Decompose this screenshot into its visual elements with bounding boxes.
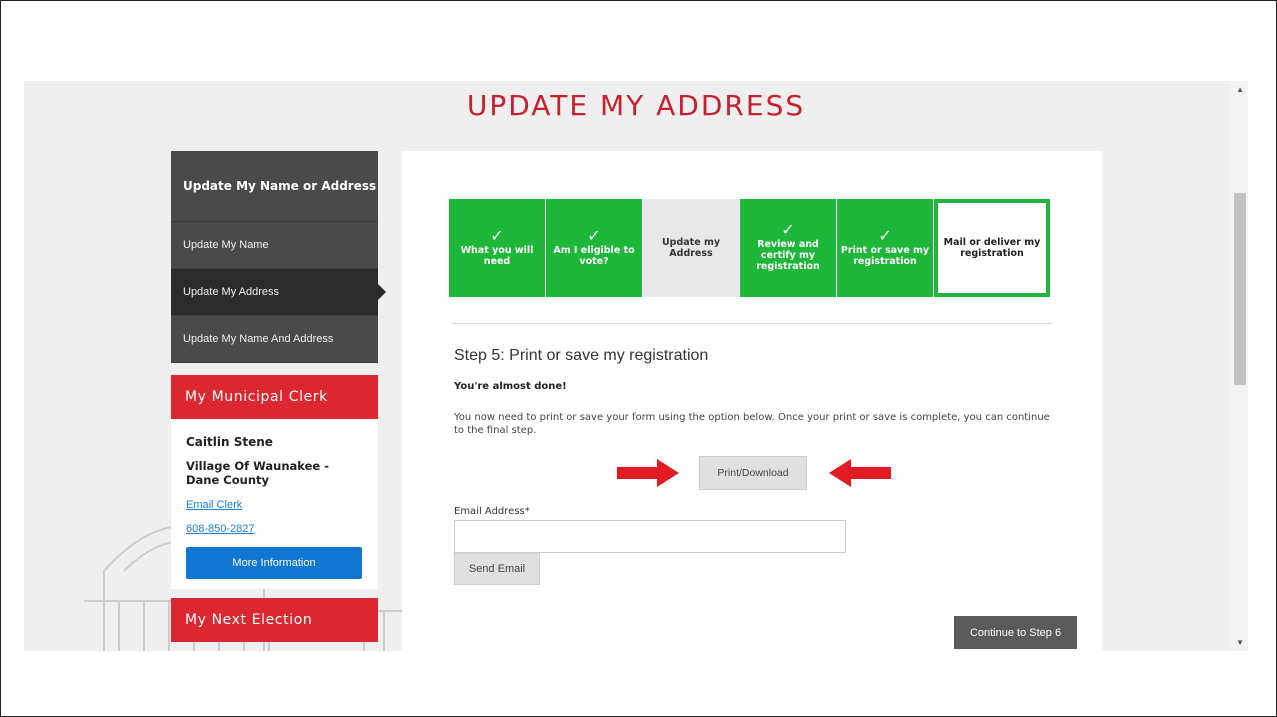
browser-viewport: UPDATE MY ADDRESS Update My Name or Addr… bbox=[24, 81, 1248, 651]
scroll-up-arrow-icon[interactable]: ▲ bbox=[1236, 85, 1244, 94]
check-icon: ✓ bbox=[781, 220, 795, 239]
step-label: Update my Address bbox=[661, 237, 721, 259]
step-update-my-address[interactable]: Update my Address bbox=[643, 199, 739, 297]
clerk-municipality: Village Of Waunakee - Dane County bbox=[186, 459, 329, 487]
progress-steps: ✓ What you will need ✓ Am I eligible to … bbox=[449, 199, 1051, 297]
more-information-button[interactable]: More Information bbox=[186, 547, 362, 579]
check-icon: ✓ bbox=[878, 225, 892, 245]
main-content: ✓ What you will need ✓ Am I eligible to … bbox=[402, 151, 1102, 651]
step-mail-or-deliver[interactable]: Mail or deliver my registration bbox=[934, 199, 1050, 297]
slide-frame: UPDATE MY ADDRESS Update My Name or Addr… bbox=[0, 0, 1277, 717]
step-label: Am I eligible to vote? bbox=[553, 244, 635, 267]
step-am-i-eligible[interactable]: ✓ Am I eligible to vote? bbox=[546, 199, 642, 297]
email-address-input[interactable] bbox=[454, 520, 846, 553]
email-address-label: Email Address* bbox=[454, 506, 530, 517]
sidebar-heading: Update My Name or Address bbox=[171, 151, 378, 222]
next-election-heading[interactable]: My Next Election bbox=[171, 598, 378, 642]
scrollbar-thumb[interactable] bbox=[1234, 193, 1246, 385]
almost-done-text: You're almost done! bbox=[454, 381, 567, 392]
sidebar-item-update-my-name-and-address[interactable]: Update My Name And Address bbox=[171, 316, 378, 363]
clerk-heading: My Municipal Clerk bbox=[171, 375, 378, 419]
vertical-scrollbar[interactable]: ▲ ▼ bbox=[1230, 81, 1248, 651]
step-label: Mail or deliver my registration bbox=[943, 237, 1041, 259]
email-clerk-link[interactable]: Email Clerk bbox=[186, 499, 363, 511]
step-label: What you will need bbox=[460, 244, 534, 267]
instructions-text: You now need to print or save your form … bbox=[454, 412, 1050, 436]
step-review-and-certify[interactable]: ✓ Review and certify my registration bbox=[740, 199, 836, 297]
page-title: UPDATE MY ADDRESS bbox=[466, 89, 806, 122]
check-icon: ✓ bbox=[490, 225, 504, 245]
send-email-button[interactable]: Send Email bbox=[454, 553, 540, 585]
sidebar-nav: Update My Name or Address Update My Name… bbox=[171, 151, 386, 363]
step-title: Step 5: Print or save my registration bbox=[454, 347, 709, 364]
step-label: Review and certify my registration bbox=[756, 239, 820, 272]
clerk-panel: Caitlin Stene Village Of Waunakee - Dane… bbox=[171, 419, 378, 589]
clerk-phone-link[interactable]: 608-850-2827 bbox=[186, 523, 363, 535]
continue-to-step-6-button[interactable]: Continue to Step 6 bbox=[954, 616, 1077, 649]
step-label: Print or save my registration bbox=[840, 244, 930, 267]
divider bbox=[452, 323, 1052, 324]
step-what-you-will-need[interactable]: ✓ What you will need bbox=[449, 199, 545, 297]
scroll-down-arrow-icon[interactable]: ▼ bbox=[1236, 638, 1244, 647]
sidebar: Update My Name or Address Update My Name… bbox=[171, 151, 386, 642]
sidebar-item-update-my-address[interactable]: Update My Address bbox=[171, 269, 386, 316]
print-download-button[interactable]: Print/Download bbox=[699, 456, 807, 490]
red-arrow-right-icon bbox=[617, 459, 679, 487]
clerk-name: Caitlin Stene bbox=[186, 435, 273, 449]
check-icon: ✓ bbox=[587, 225, 601, 245]
sidebar-item-update-my-name[interactable]: Update My Name bbox=[171, 222, 378, 269]
step-print-or-save[interactable]: ✓ Print or save my registration bbox=[837, 199, 933, 297]
red-arrow-left-icon bbox=[829, 459, 891, 487]
